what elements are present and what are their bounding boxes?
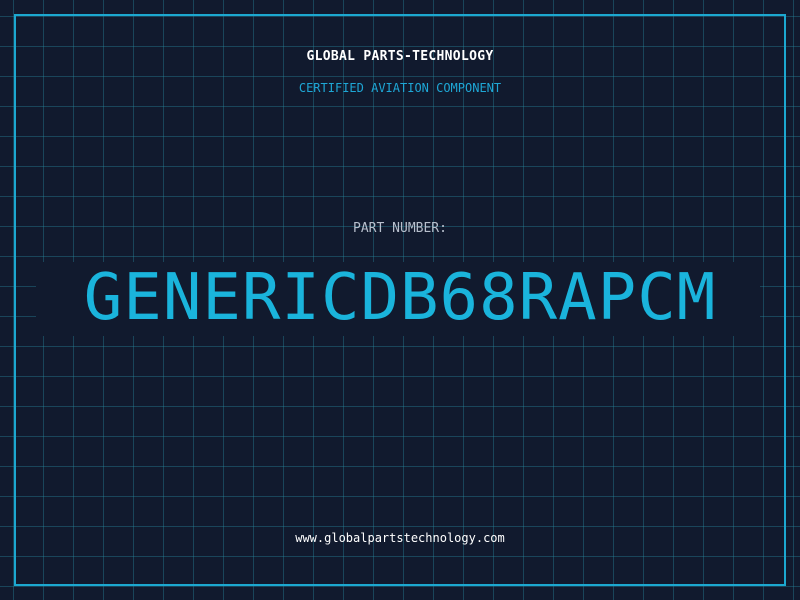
part-number-label: PART NUMBER: (353, 221, 447, 236)
part-card: GLOBAL PARTS-TECHNOLOGY CERTIFIED AVIATI… (0, 0, 800, 600)
part-number-value: GENERICDB68RAPCM (83, 261, 717, 335)
company-name: GLOBAL PARTS-TECHNOLOGY (306, 49, 494, 64)
tagline: CERTIFIED AVIATION COMPONENT (298, 81, 502, 95)
website-url: www.globalpartstechnology.com (295, 531, 505, 545)
